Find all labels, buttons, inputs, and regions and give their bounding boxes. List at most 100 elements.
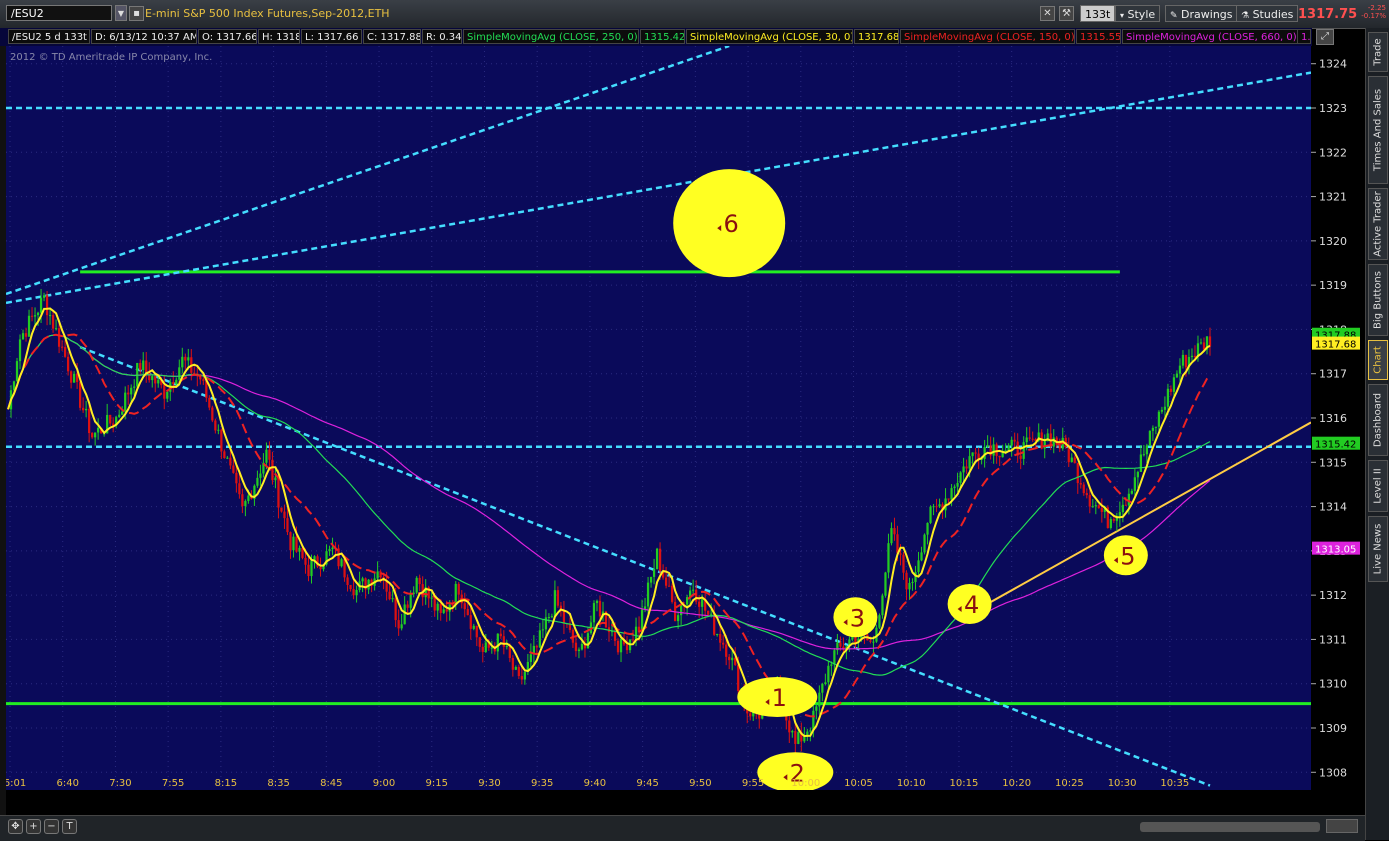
sidebar-tab-active-trader[interactable]: Active Trader <box>1368 188 1388 260</box>
zoom-out-icon[interactable]: − <box>44 819 59 834</box>
candle-body <box>631 639 635 641</box>
candle-body <box>737 664 740 691</box>
y-tick-label: 1310 <box>1319 678 1347 691</box>
drag-icon[interactable]: ✥ <box>8 819 23 834</box>
candle-body <box>1082 484 1085 494</box>
candle-body <box>1019 455 1022 459</box>
candle-body <box>884 572 887 596</box>
candle-body <box>97 427 100 433</box>
candle-body <box>27 315 31 337</box>
candle-body <box>676 615 680 622</box>
sidebar-tab-level-ii[interactable]: Level II <box>1368 460 1388 512</box>
crosshair-tool-icon[interactable]: ✕ <box>1040 6 1055 21</box>
candle-body <box>247 495 250 502</box>
candle-body <box>181 356 184 368</box>
candle-body <box>881 595 884 616</box>
candle-body <box>1151 427 1155 431</box>
candle-body <box>992 444 995 456</box>
chart-scrollbar[interactable] <box>1140 822 1320 832</box>
sidebar-tab-big-buttons[interactable]: Big Buttons <box>1368 264 1388 336</box>
candle-body <box>1124 504 1127 506</box>
candle-body <box>268 449 271 460</box>
candle-body <box>1154 426 1158 428</box>
candle-body <box>667 585 671 587</box>
sma150-label[interactable]: SimpleMovingAvg (CLOSE, 150, 0) <box>900 29 1075 44</box>
instrument-description: E-mini S&P 500 Index Futures,Sep-2012,ET… <box>145 7 390 20</box>
candle-body <box>1130 490 1133 494</box>
candle-body <box>1181 354 1185 366</box>
candle-body <box>1184 354 1188 368</box>
price-axis[interactable]: 1308130913101311131213131314131513161317… <box>1311 46 1363 790</box>
candle-body <box>869 640 872 642</box>
tick-aggregation-button[interactable]: 133t <box>1080 5 1116 22</box>
candle-body <box>833 650 836 665</box>
candle-body <box>271 459 274 481</box>
chart-settings-icon[interactable]: ⤢ <box>1316 29 1334 45</box>
y-tick-label: 1308 <box>1319 766 1347 779</box>
sidebar-tab-trade[interactable]: Trade <box>1368 32 1388 72</box>
candle-body <box>472 625 475 629</box>
candle-body <box>451 604 454 606</box>
x-tick-label: 10:00 <box>791 778 820 789</box>
x-tick-label: 9:30 <box>478 778 500 789</box>
candle-body <box>283 511 286 519</box>
candle-body <box>51 315 55 329</box>
sidebar-tab-live-news[interactable]: Live News <box>1368 516 1388 582</box>
candle-body <box>1088 495 1091 507</box>
candle-body <box>475 625 478 638</box>
candle-body <box>244 501 247 507</box>
symbol-dropdown-icon[interactable]: ▼ <box>115 5 127 21</box>
price-chart[interactable]: 2012 © TD Ameritrade IP Company, Inc. 12… <box>6 46 1311 790</box>
candle-body <box>463 603 466 610</box>
sidebar-tab-dashboard[interactable]: Dashboard <box>1368 384 1388 456</box>
candle-body <box>580 643 584 650</box>
candle-body <box>529 654 532 662</box>
price-change: -2.25 -0.17% <box>1354 4 1386 20</box>
symbol-input[interactable]: /ESU2 <box>6 5 112 21</box>
y-tick-label: 1315 <box>1319 456 1347 469</box>
drawings-button[interactable]: ✎ Drawings <box>1165 5 1238 22</box>
candle-body <box>118 414 121 418</box>
candle-body <box>797 732 800 744</box>
sma250-value: 1315.42 <box>640 29 685 44</box>
style-button[interactable]: ▾ Style <box>1115 5 1161 22</box>
candle-body <box>469 615 472 629</box>
sma30-label[interactable]: SimpleMovingAvg (CLOSE, 30, 0) <box>686 29 853 44</box>
link-icon[interactable]: ▪ <box>129 6 144 21</box>
candle-body <box>1172 377 1176 392</box>
candle-body <box>556 590 560 606</box>
candle-body <box>902 554 905 573</box>
x-tick-label: 7:55 <box>162 778 184 789</box>
candle-body <box>899 553 902 555</box>
zoom-in-icon[interactable]: + <box>26 819 41 834</box>
candle-body <box>505 646 508 648</box>
candle-body <box>94 432 97 438</box>
candle-body <box>923 534 926 553</box>
candle-body <box>707 610 710 615</box>
sma660-label[interactable]: SimpleMovingAvg (CLOSE, 660, 0) <box>1122 29 1298 44</box>
sidebar-tab-times-and-sales[interactable]: Times And Sales <box>1368 76 1388 184</box>
candle-body <box>178 367 181 380</box>
sma250-label[interactable]: SimpleMovingAvg (CLOSE, 250, 0) <box>463 29 639 44</box>
candle-body <box>625 644 629 651</box>
candle-body <box>517 667 520 677</box>
candle-body <box>145 360 148 373</box>
scroll-end-button[interactable] <box>1326 819 1358 833</box>
studies-icon: ⚗ <box>1241 11 1250 21</box>
sidebar-tab-chart[interactable]: Chart <box>1368 340 1388 380</box>
candle-body <box>514 667 517 670</box>
candle-body <box>890 528 893 544</box>
candle-body <box>265 449 268 463</box>
candle-body <box>36 312 40 316</box>
candle-body <box>418 577 421 585</box>
candle-body <box>1031 438 1034 440</box>
x-tick-label: 9:45 <box>636 778 658 789</box>
candle-body <box>172 382 175 385</box>
candle-body <box>893 528 896 535</box>
bar-close: C: 1317.88 <box>363 29 421 44</box>
wrench-icon[interactable]: ⚒ <box>1059 6 1074 21</box>
candle-body <box>692 589 695 591</box>
studies-button[interactable]: ⚗ Studies <box>1236 5 1299 22</box>
candle-body <box>466 609 469 616</box>
text-tool-icon[interactable]: T <box>62 819 77 834</box>
